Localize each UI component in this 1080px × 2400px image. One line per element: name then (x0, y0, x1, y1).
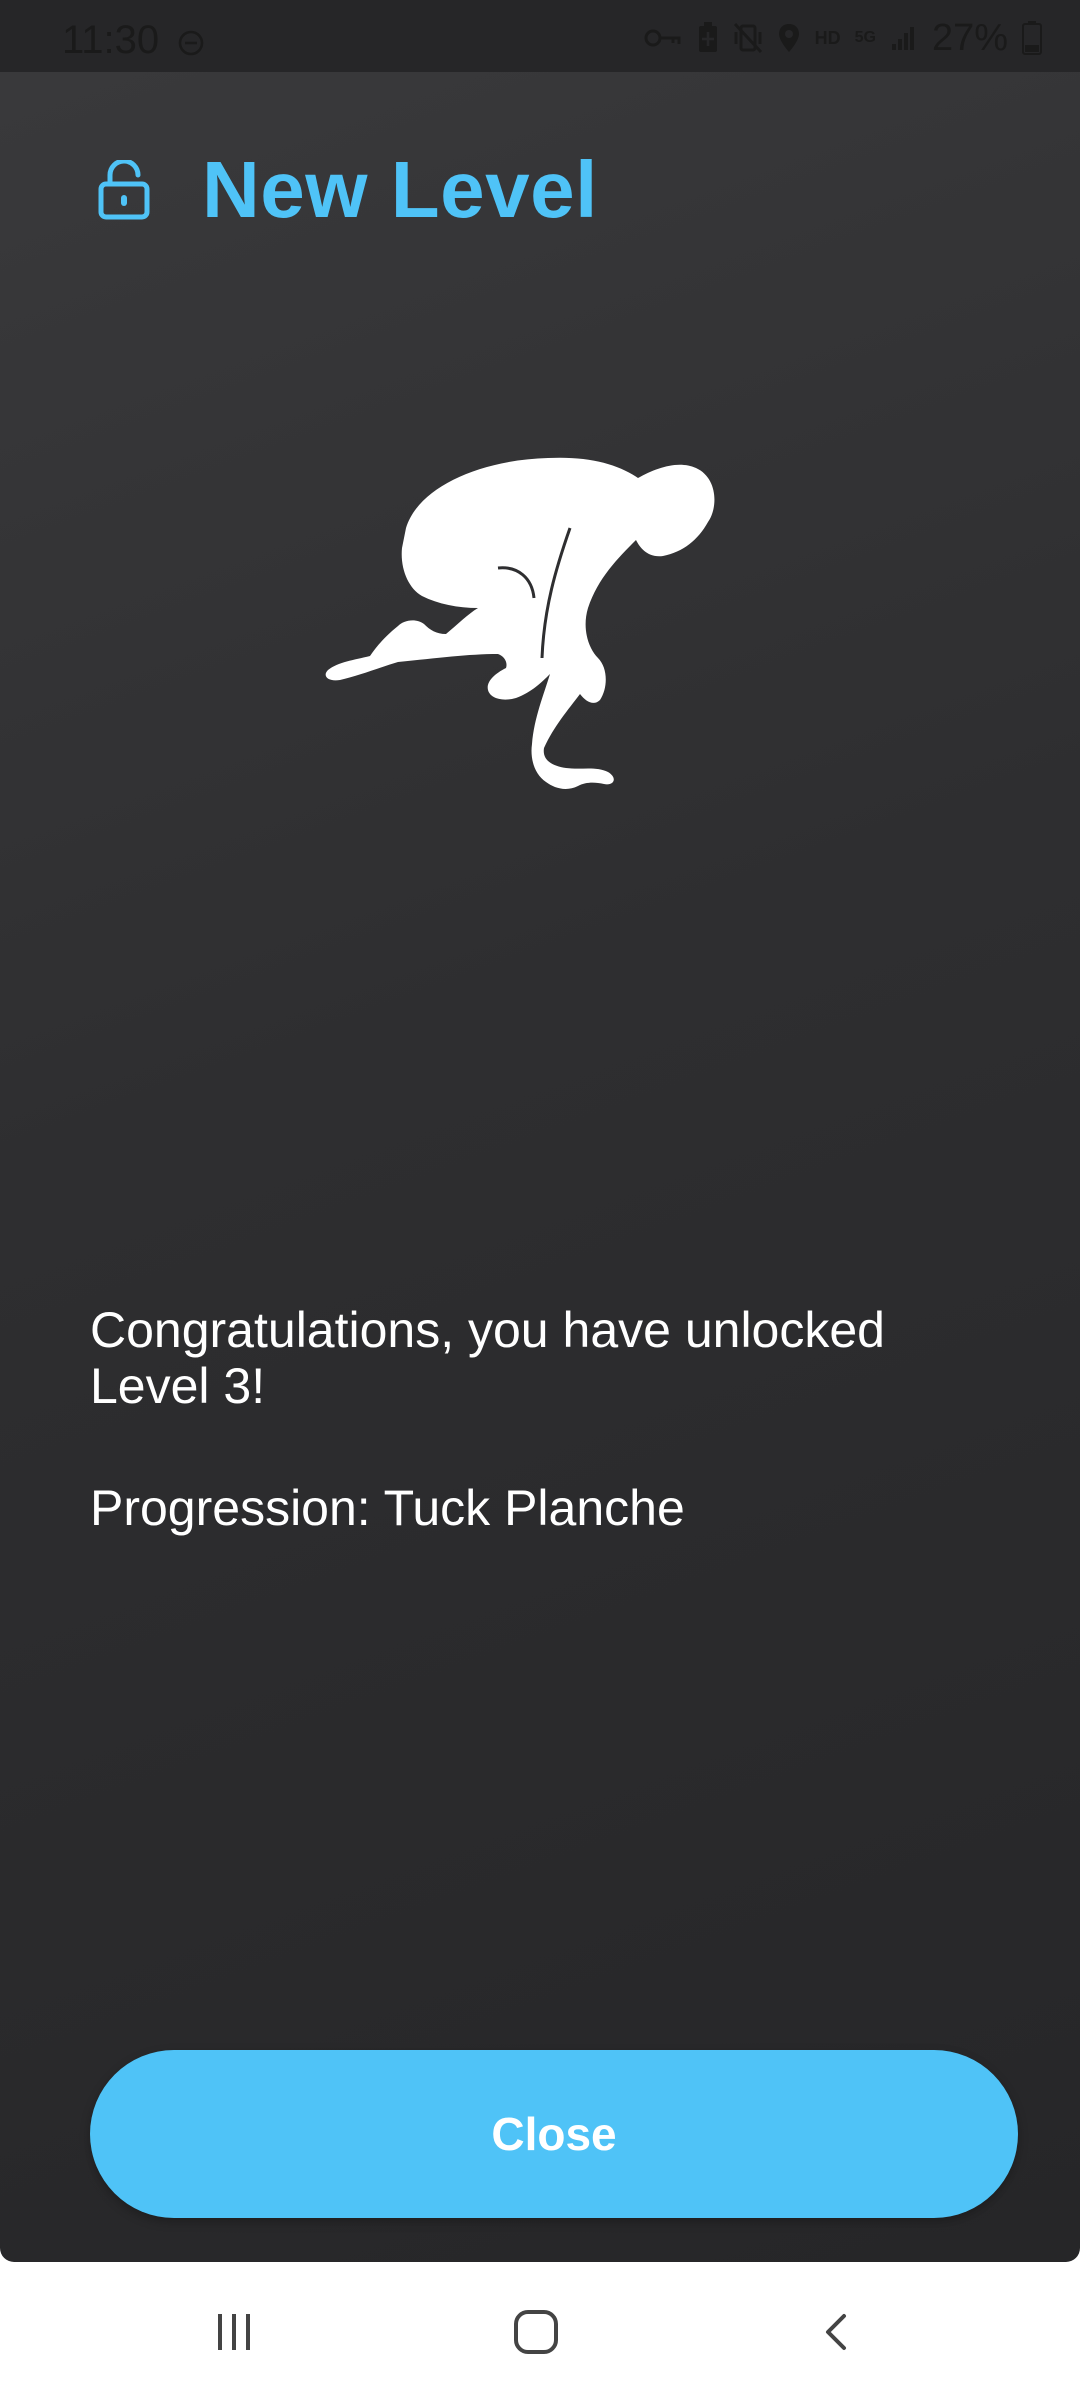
recent-apps-icon (218, 2314, 250, 2350)
congrats-text: Congratulations, you have unlocked Level… (90, 1302, 885, 1414)
home-button[interactable] (496, 2292, 576, 2372)
lock-open-icon (98, 160, 150, 220)
progression-text: Progression: Tuck Planche (90, 1480, 685, 1536)
battery-saver-icon (698, 22, 717, 52)
location-icon (778, 24, 799, 52)
5g-icon: 5G (854, 29, 876, 46)
back-icon (826, 2314, 846, 2350)
dialog-header: New Level (98, 140, 598, 240)
recent-apps-button[interactable] (194, 2292, 274, 2372)
key-icon (644, 29, 681, 47)
status-icons: HD 5G 27% (643, 16, 1042, 59)
status-bar: 11:30 HD 5G 27% (0, 0, 1080, 72)
battery-percent: 27% (931, 16, 1008, 59)
close-button[interactable]: Close (90, 2050, 1018, 2218)
crow-pose-figure (325, 457, 715, 789)
system-nav-bar (0, 2262, 1080, 2400)
signal-icon (891, 27, 914, 50)
back-button[interactable] (798, 2292, 878, 2372)
do-not-disturb-icon (178, 30, 204, 56)
vibrate-icon (733, 22, 762, 54)
level-up-dialog: 11:30 HD 5G 27% New Level Congratulation… (0, 0, 1080, 2262)
dialog-title: New Level (202, 145, 598, 234)
status-time: 11:30 (62, 18, 160, 62)
battery-icon (1022, 21, 1042, 55)
unlock-message: Congratulations, you have unlocked Level… (90, 1302, 990, 1536)
home-icon (514, 2310, 558, 2354)
hd-icon: HD (814, 27, 841, 48)
